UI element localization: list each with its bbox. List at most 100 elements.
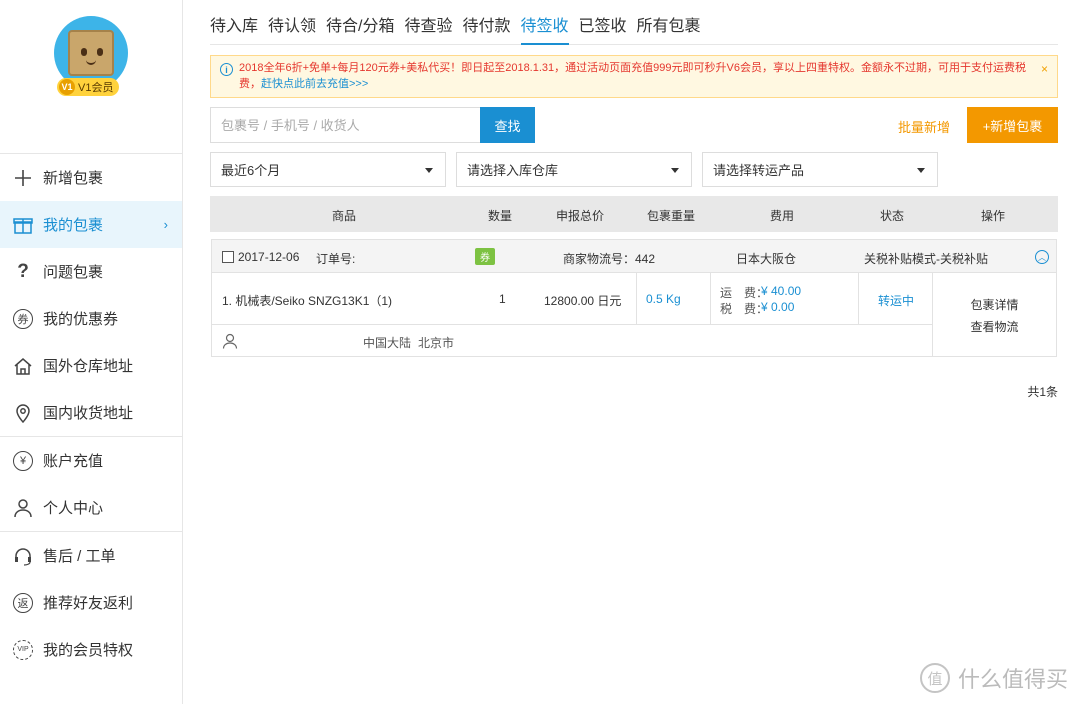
order-actions: 包裹详情 查看物流 xyxy=(932,273,1056,356)
sidebar-item-label: 新增包裹 xyxy=(43,170,104,187)
column-header-weight: 包裹重量 xyxy=(647,209,696,223)
recipient-row: 中国大陆 北京市 xyxy=(212,324,932,356)
coupon-badge: 券 xyxy=(475,248,495,265)
vip-icon: VIP xyxy=(12,639,34,661)
tab-received[interactable]: 已签收 xyxy=(579,0,637,44)
package-detail-link[interactable]: 包裹详情 xyxy=(933,296,1056,313)
column-header-quantity: 数量 xyxy=(488,209,513,223)
sidebar-item-label: 个人中心 xyxy=(43,500,104,517)
warehouse-select[interactable]: 请选择入库仓库 xyxy=(456,152,692,187)
box-mascot-icon xyxy=(68,30,114,76)
warehouse-name: 日本大阪仓 xyxy=(736,252,797,266)
sidebar-item-label: 推荐好友返利 xyxy=(43,595,134,612)
recharge-link[interactable]: 赶快点此前去充值>>> xyxy=(261,78,368,90)
tab-pending-payment[interactable]: 待付款 xyxy=(463,0,521,44)
info-icon: i xyxy=(220,63,233,76)
tab-pending-receipt[interactable]: 待签收 xyxy=(520,0,579,45)
sidebar-item-referral[interactable]: 返 推荐好友返利 xyxy=(0,579,182,626)
package-weight: 0.5 Kg xyxy=(646,292,681,306)
question-icon: ? xyxy=(17,260,29,282)
main-content: 待入库 待认领 待合/分箱 待查验 待付款 待签收 已签收 所有包裹 i 201… xyxy=(210,0,1058,399)
location-pin-icon xyxy=(12,402,34,424)
tab-pending-inbound[interactable]: 待入库 xyxy=(210,0,268,44)
sidebar-item-label: 售后 / 工单 xyxy=(43,548,116,565)
product-select[interactable]: 请选择转运产品 xyxy=(702,152,938,187)
chevron-right-icon: › xyxy=(163,217,168,232)
tab-pending-merge-split[interactable]: 待合/分箱 xyxy=(326,0,404,44)
total-count: 共1条 xyxy=(1027,385,1058,399)
user-icon xyxy=(222,333,238,349)
watermark-text: 什么值得买 xyxy=(957,667,1068,692)
column-header-product: 商品 xyxy=(332,209,357,223)
order-header: 2017-12-06 订单号: 券 商家物流号：442 日本大阪仓 关税补贴模式… xyxy=(212,240,1056,273)
table-header: 商品 数量 申报总价 包裹重量 费用 状态 操作 xyxy=(210,196,1058,232)
select-value: 请选择入库仓库 xyxy=(467,163,559,178)
item-name: 1. 机械表/Seiko SNZG13K1（1) xyxy=(222,294,393,308)
order-checkbox[interactable] xyxy=(222,251,234,263)
select-value: 最近6个月 xyxy=(221,163,281,178)
select-value: 请选择转运产品 xyxy=(713,163,805,178)
sidebar-item-problem-packages[interactable]: ? 问题包裹 xyxy=(0,248,182,295)
vip-level-icon: V1 xyxy=(59,79,75,95)
member-level-label: V1会员 xyxy=(78,82,114,94)
batch-add-link[interactable]: 批量新增 xyxy=(898,117,950,136)
shipping-fee-value: ¥ 40.00 xyxy=(761,284,802,298)
promo-notice: i 2018全年6折+免单+每月120元券+美私代买！即日起至2018.1.31… xyxy=(210,55,1058,98)
yen-icon: ¥ xyxy=(12,450,34,472)
coupon-icon: 券 xyxy=(12,308,34,330)
view-tracking-link[interactable]: 查看物流 xyxy=(933,318,1056,335)
column-header-fees: 费用 xyxy=(770,209,795,223)
sidebar-item-label: 我的优惠券 xyxy=(43,311,119,328)
member-level-badge: V1 V1会员 xyxy=(57,78,120,96)
order-date: 2017-12-06 xyxy=(238,250,300,264)
sidebar-item-label: 国外仓库地址 xyxy=(43,358,134,375)
close-icon[interactable]: × xyxy=(1041,61,1048,77)
tax-fee-value: ¥ 0.00 xyxy=(761,300,795,314)
date-range-select[interactable]: 最近6个月 xyxy=(210,152,446,187)
column-header-declared-total: 申报总价 xyxy=(556,209,605,223)
caret-down-icon xyxy=(425,168,433,173)
item-quantity: 1 xyxy=(499,292,506,306)
shipping-status[interactable]: 转运中 xyxy=(878,292,914,309)
sidebar-item-add-package[interactable]: 新增包裹 xyxy=(0,154,182,201)
gift-box-icon xyxy=(12,214,34,236)
sidebar-item-label: 我的会员特权 xyxy=(43,642,134,659)
add-package-button[interactable]: +新增包裹 xyxy=(967,107,1058,143)
search-button[interactable]: 查找 xyxy=(480,107,535,143)
sidebar-item-recharge[interactable]: ¥ 账户充值 xyxy=(0,437,182,484)
tab-pending-inspection[interactable]: 待查验 xyxy=(404,0,462,44)
sidebar-item-domestic-address[interactable]: 国内收货地址 xyxy=(0,389,182,436)
watermark: 值 什么值得买 xyxy=(919,662,1068,694)
order-card: 2017-12-06 订单号: 券 商家物流号：442 日本大阪仓 关税补贴模式… xyxy=(211,239,1057,357)
sidebar-item-label: 账户充值 xyxy=(43,453,104,470)
column-header-status: 状态 xyxy=(880,209,905,223)
plus-icon xyxy=(12,167,34,189)
sidebar-item-profile[interactable]: 个人中心 xyxy=(0,484,182,531)
recipient-city: 北京市 xyxy=(418,336,455,350)
collapse-icon[interactable]: ︿ xyxy=(1035,250,1049,264)
filters: 最近6个月 请选择入库仓库 请选择转运产品 xyxy=(210,152,938,187)
sidebar-item-label: 问题包裹 xyxy=(43,264,104,281)
headset-icon xyxy=(12,545,34,567)
search-row: 查找 批量新增 +新增包裹 xyxy=(210,107,1058,143)
column-header-actions: 操作 xyxy=(981,209,1006,223)
recipient-country: 中国大陆 xyxy=(363,336,412,350)
sidebar-item-label: 国内收货地址 xyxy=(43,405,134,422)
caret-down-icon xyxy=(671,168,679,173)
sidebar-item-after-sales[interactable]: 售后 / 工单 xyxy=(0,532,182,579)
caret-down-icon xyxy=(917,168,925,173)
sidebar: V1 V1会员 新增包裹 我的包裹 › ? 问题包裹 券 我的优惠券 国外仓库地… xyxy=(0,0,183,704)
sidebar-item-vip-privileges[interactable]: VIP 我的会员特权 xyxy=(0,626,182,673)
rebate-icon: 返 xyxy=(12,592,34,614)
sidebar-item-overseas-warehouse[interactable]: 国外仓库地址 xyxy=(0,342,182,389)
tab-all-packages[interactable]: 所有包裹 xyxy=(637,0,711,44)
tab-pending-claim[interactable]: 待认领 xyxy=(268,0,326,44)
sidebar-nav: 新增包裹 我的包裹 › ? 问题包裹 券 我的优惠券 国外仓库地址 国内收货地址… xyxy=(0,153,182,673)
search-input[interactable] xyxy=(210,107,480,143)
sidebar-item-my-packages[interactable]: 我的包裹 › xyxy=(0,201,182,248)
order-number-label: 订单号: xyxy=(316,252,356,266)
sidebar-item-label: 我的包裹 xyxy=(43,217,104,234)
order-item-row: 1. 机械表/Seiko SNZG13K1（1) 1 12800.00 日元 0… xyxy=(212,273,1056,324)
tax-mode: 关税补贴模式-关税补贴 xyxy=(864,252,988,266)
sidebar-item-coupons[interactable]: 券 我的优惠券 xyxy=(0,295,182,342)
